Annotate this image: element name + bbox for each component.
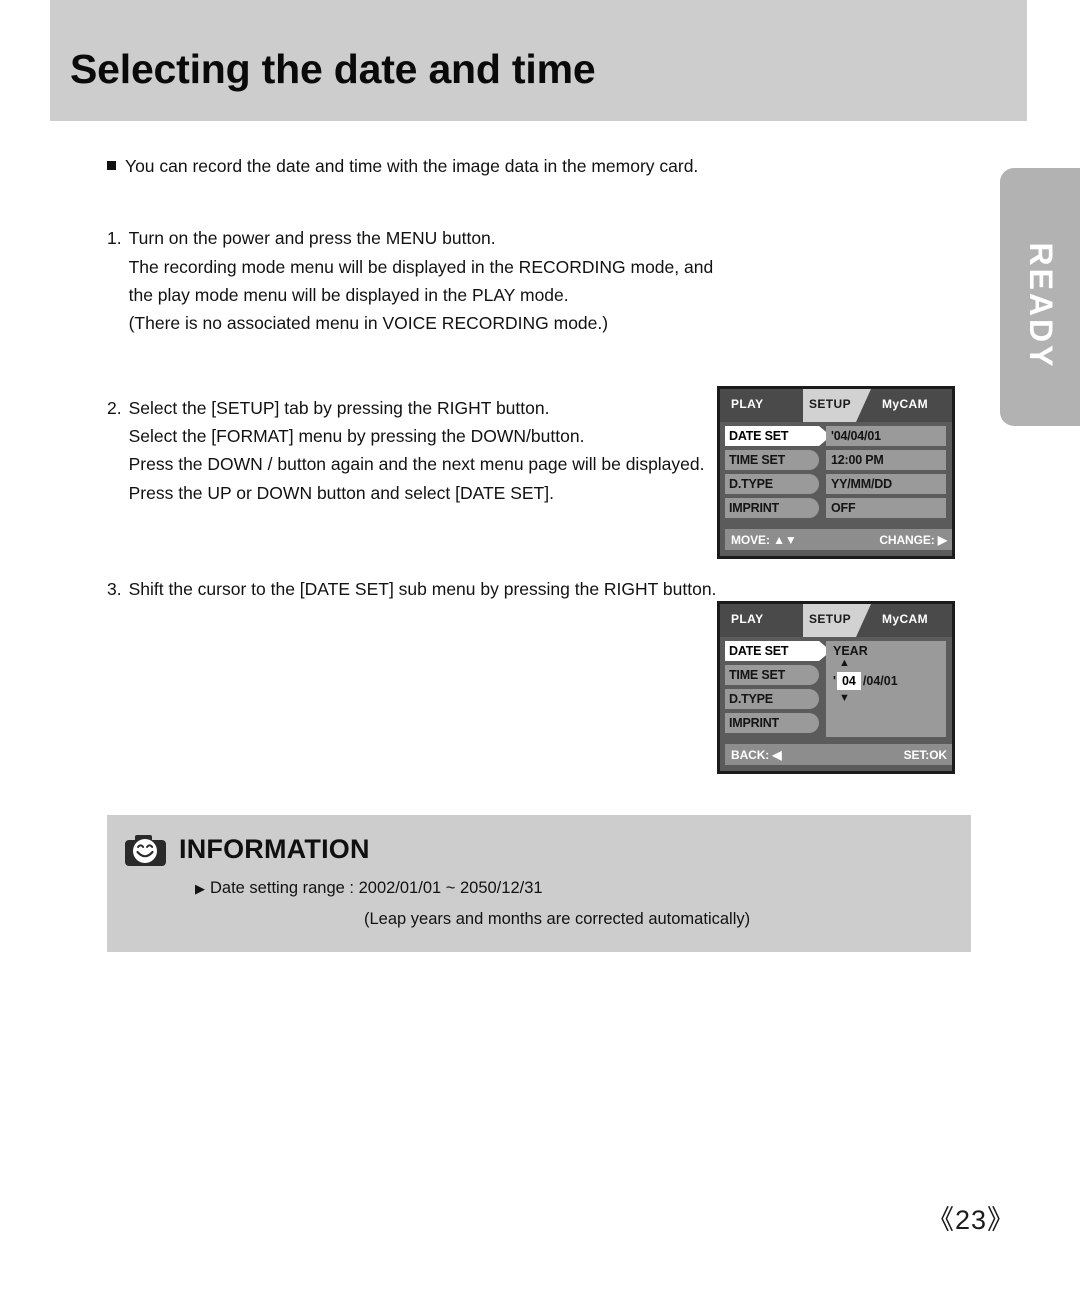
step-1-body: Turn on the power and press the MENU but… <box>129 224 727 337</box>
information-header: INFORMATION <box>125 831 370 867</box>
lcd2-sub-panel: YEAR ▲ ' 04 /04/01 ▼ <box>826 641 946 737</box>
ready-side-tab: READY <box>1000 168 1080 426</box>
lcd2-tab-play: PLAY <box>731 612 764 626</box>
lcd1-menu-item-date-set: DATE SET <box>725 426 831 446</box>
lcd2-footer: BACK: ◀ SET:OK <box>725 744 952 765</box>
lcd1-menu-item-imprint: IMPRINT <box>725 498 819 518</box>
lcd1-footer-move: MOVE: ▲▼ <box>731 532 797 547</box>
lcd1-value-imprint: OFF <box>826 498 946 518</box>
lcd1-tab-bar: PLAY SETUP MyCAM <box>720 389 952 422</box>
lcd2-menu-item-time-set: TIME SET <box>725 665 819 685</box>
lcd2-footer-back: BACK: ◀ <box>731 747 782 762</box>
information-line-2: (Leap years and months are corrected aut… <box>364 910 751 928</box>
square-bullet-icon <box>107 161 116 170</box>
page-number: 《23》 <box>926 1205 1015 1235</box>
lcd2-tab-setup: SETUP <box>803 604 871 637</box>
lcd1-menu-item-d-type: D.TYPE <box>725 474 819 494</box>
step-1-line-1: Turn on the power and press the MENU but… <box>128 228 496 249</box>
lcd1-footer-change: CHANGE: ▶ <box>879 532 947 547</box>
step-1-line-3: (There is no associated menu in VOICE RE… <box>128 313 609 334</box>
lcd2-year-highlight: 04 <box>836 672 861 691</box>
step-3-number: 3. <box>107 579 122 600</box>
lcd1-menu-item-time-set: TIME SET <box>725 450 819 470</box>
lcd2-sub-panel-title: YEAR <box>833 644 868 658</box>
ready-side-tab-label: READY <box>1023 242 1060 370</box>
lcd1-value-date-set: '04/04/01 <box>826 426 946 446</box>
information-line-1-text: Date setting range : 2002/01/01 ~ 2050/1… <box>210 879 543 897</box>
lcd1-value-time-set: 12:00 PM <box>826 450 946 470</box>
step-2-line-2: Select the [FORMAT] menu by pressing the… <box>128 426 585 447</box>
lcd2-up-arrow-icon: ▲ <box>839 657 850 669</box>
step-3: 3. Shift the cursor to the [DATE SET] su… <box>107 575 727 603</box>
lcd2-down-arrow-icon: ▼ <box>839 691 850 704</box>
step-2-line-4: Press the UP or DOWN button and select [… <box>128 482 554 503</box>
lcd2-date-apostrophe: ' <box>833 674 836 689</box>
lcd2-tab-bar: PLAY SETUP MyCAM <box>720 604 952 637</box>
instruction-body: You can record the date and time with th… <box>107 152 727 603</box>
step-1-line-2: The recording mode menu will be displaye… <box>128 256 714 306</box>
lcd1-tab-play: PLAY <box>731 397 764 411</box>
lcd2-footer-set-ok: SET:OK <box>903 747 948 762</box>
page-title: Selecting the date and time <box>70 46 596 92</box>
lcd-screenshot-setup-menu: PLAY SETUP MyCAM DATE SET TIME SET D.TYP… <box>717 386 955 559</box>
lcd1-tab-setup: SETUP <box>803 389 871 422</box>
lcd2-menu-item-imprint: IMPRINT <box>725 713 819 733</box>
lcd1-value-d-type: YY/MM/DD <box>826 474 946 494</box>
lcd2-date-value-row: ' 04 /04/01 <box>833 671 946 692</box>
intro-bullet-line: You can record the date and time with th… <box>107 152 727 180</box>
lcd-screenshot-date-set-submenu: PLAY SETUP MyCAM DATE SET TIME SET D.TYP… <box>717 601 955 774</box>
information-title: INFORMATION <box>179 833 370 864</box>
lcd1-menu-column: DATE SET TIME SET D.TYPE IMPRINT <box>725 426 831 522</box>
lcd2-menu-column: DATE SET TIME SET D.TYPE IMPRINT <box>725 641 831 737</box>
step-1-number: 1. <box>107 228 122 249</box>
step-3-line-1: Shift the cursor to the [DATE SET] sub m… <box>128 579 717 600</box>
camera-smiley-icon <box>125 835 166 866</box>
step-2-body: Select the [SETUP] tab by pressing the R… <box>129 394 727 507</box>
step-2-line-1: Select the [SETUP] tab by pressing the R… <box>128 397 550 418</box>
step-2-line-3: Press the DOWN / button again and the ne… <box>128 454 705 475</box>
step-2-number: 2. <box>107 397 122 418</box>
lcd1-footer: MOVE: ▲▼ CHANGE: ▶ <box>725 529 952 550</box>
lcd2-tab-mycam: MyCAM <box>882 612 928 626</box>
lcd1-body: DATE SET TIME SET D.TYPE IMPRINT '04/04/… <box>720 422 952 528</box>
lcd2-body: DATE SET TIME SET D.TYPE IMPRINT YEAR ▲ … <box>720 637 952 743</box>
step-3-body: Shift the cursor to the [DATE SET] sub m… <box>129 575 727 603</box>
information-box: INFORMATION ▶ Date setting range : 2002/… <box>107 815 971 952</box>
triangle-right-icon: ▶ <box>195 881 205 896</box>
lcd2-menu-item-d-type: D.TYPE <box>725 689 819 709</box>
lcd2-date-remainder: /04/01 <box>862 674 898 689</box>
step-1: 1. Turn on the power and press the MENU … <box>107 224 727 337</box>
lcd1-tab-mycam: MyCAM <box>882 397 928 411</box>
lcd2-menu-item-date-set: DATE SET <box>725 641 831 661</box>
lcd1-value-column: '04/04/01 12:00 PM YY/MM/DD OFF <box>826 426 946 522</box>
information-line-1: ▶ Date setting range : 2002/01/01 ~ 2050… <box>195 879 543 898</box>
step-2: 2. Select the [SETUP] tab by pressing th… <box>107 394 727 507</box>
intro-bullet-text: You can record the date and time with th… <box>125 156 699 176</box>
